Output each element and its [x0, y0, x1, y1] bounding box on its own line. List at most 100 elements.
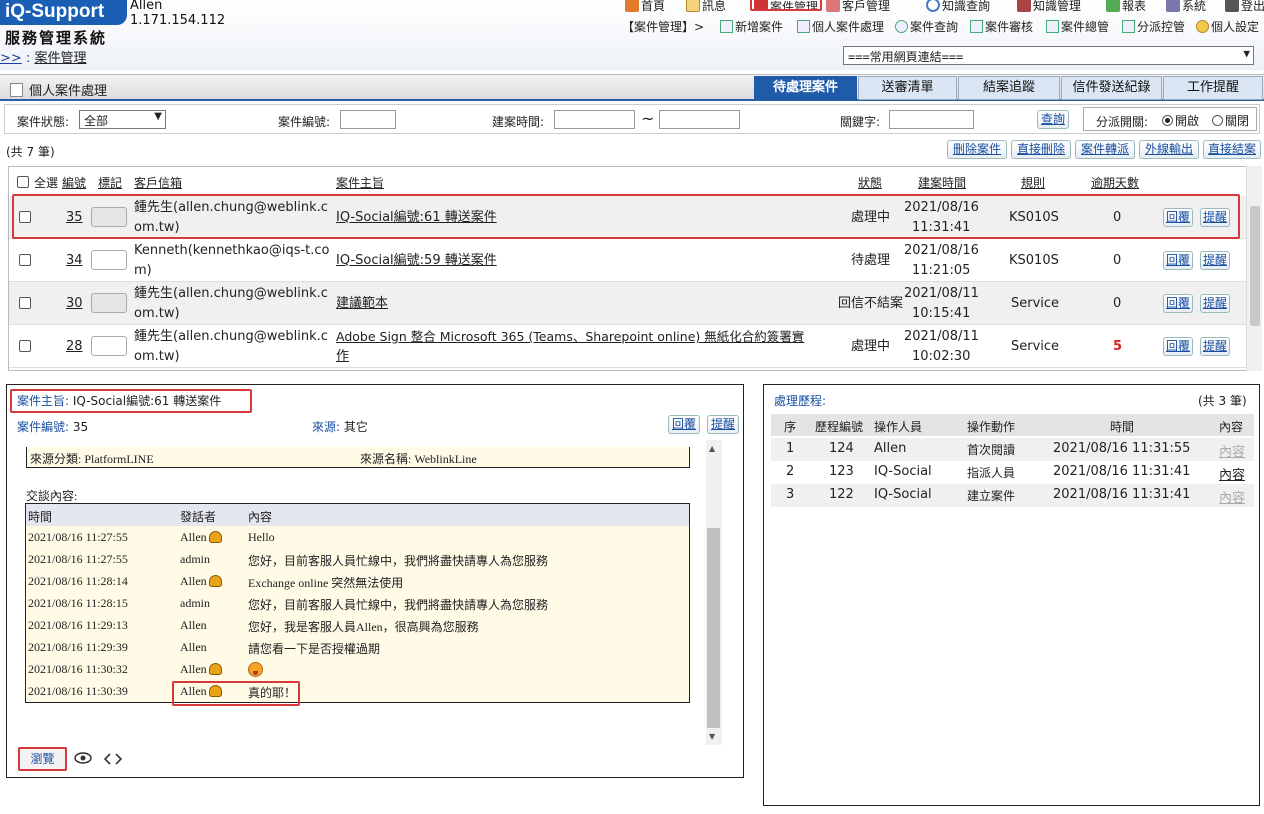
header-customer[interactable]: 客戶信箱 — [134, 174, 182, 191]
created-time: 11:31:41 — [912, 220, 971, 235]
tab-mail-log[interactable]: 信件發送紀錄 — [1061, 76, 1162, 100]
select-all-checkbox[interactable] — [17, 176, 29, 188]
breadcrumb-root-link[interactable]: >> — [0, 51, 22, 66]
remind-button[interactable]: 提醒 — [1200, 251, 1230, 270]
reply-button[interactable]: 回覆 — [1163, 208, 1193, 227]
row-checkbox[interactable] — [19, 254, 31, 266]
dispatch-close-radio[interactable]: 關閉 — [1208, 112, 1249, 129]
history-count: (共 3 筆) — [1198, 394, 1247, 408]
header-mark[interactable]: 標記 — [98, 174, 122, 191]
quick-links-select[interactable]: ===常用網頁連結=== ▼ — [843, 46, 1254, 65]
header-status[interactable]: 狀態 — [858, 174, 882, 191]
nav-knowledge-management[interactable]: 知識管理 — [1017, 0, 1081, 14]
eye-icon[interactable] — [74, 752, 92, 768]
row-checkbox[interactable] — [19, 340, 31, 352]
case-subject-link[interactable]: 建議範本 — [336, 293, 388, 314]
report-icon — [1106, 0, 1120, 12]
history-content-link[interactable]: 內容 — [1219, 441, 1245, 460]
reply-button[interactable]: 回覆 — [1163, 294, 1193, 313]
nav-report[interactable]: 報表 — [1106, 0, 1146, 14]
subnav-case-search[interactable]: 案件查詢 — [895, 18, 958, 35]
case-status: 待處理 — [851, 253, 891, 268]
dispatch-open-radio[interactable]: 開啟 — [1158, 112, 1199, 129]
tab-review-list[interactable]: 送審清單 — [858, 76, 957, 100]
breadcrumb-sep: : — [25, 51, 31, 66]
case-no-link[interactable]: 35 — [66, 207, 83, 228]
direct-delete-button[interactable]: 直接刪除 — [1011, 140, 1071, 159]
nav-home[interactable]: 首頁 — [625, 0, 665, 14]
table-row[interactable]: 30 鍾先生(allen.chung@weblink.c om.tw) 建議範本… — [9, 282, 1247, 325]
tab-pending-cases[interactable]: 待處理案件 — [754, 76, 857, 100]
reply-button[interactable]: 回覆 — [1163, 337, 1193, 356]
subnav-personal-case[interactable]: 個人案件處理 — [797, 18, 884, 35]
system-name: 服務管理系統 — [5, 29, 108, 47]
logo: iQ-Support — [0, 0, 127, 25]
table-row[interactable]: 35 鍾先生(allen.chung@weblink.c om.tw) IQ-S… — [9, 196, 1247, 239]
case-subject-link[interactable]: Adobe Sign 整合 Microsoft 365 (Teams、Share… — [336, 326, 804, 347]
source-name: 來源名稱: WeblinkLine — [360, 452, 477, 466]
delete-case-button[interactable]: 刪除案件 — [947, 140, 1007, 159]
subnav-case-overview[interactable]: 案件總管 — [1046, 18, 1109, 35]
nav-knowledge-search[interactable]: 知識查詢 — [926, 0, 990, 14]
header-no[interactable]: 編號 — [62, 174, 86, 191]
case-subject-link-cont[interactable]: 作 — [336, 346, 349, 367]
case-subject-link[interactable]: IQ-Social編號:61 轉送案件 — [336, 207, 497, 228]
nav-customer[interactable]: 客戶管理 — [826, 0, 890, 14]
remind-button[interactable]: 提醒 — [1200, 208, 1230, 227]
list-scrollbar[interactable] — [1246, 166, 1262, 371]
header-overdue[interactable]: 逾期天數 — [1091, 174, 1139, 191]
header-subject[interactable]: 案件主旨 — [336, 174, 384, 191]
tab-work-reminder[interactable]: 工作提醒 — [1163, 76, 1263, 100]
nav-messages[interactable]: 訊息 — [686, 0, 726, 14]
header-created[interactable]: 建案時間 — [918, 174, 966, 191]
chat-scrollbar[interactable]: ▲ ▼ — [706, 440, 722, 745]
status-select[interactable]: 全部 ▼ — [79, 110, 166, 129]
row-checkbox[interactable] — [19, 211, 31, 223]
remind-button[interactable]: 提醒 — [1200, 337, 1230, 356]
subnav-dispatch-control[interactable]: 分派控管 — [1122, 18, 1185, 35]
mark-field[interactable] — [91, 293, 127, 313]
mark-field[interactable] — [91, 250, 127, 270]
remind-button[interactable]: 提醒 — [1200, 294, 1230, 313]
transfer-case-button[interactable]: 案件轉派 — [1075, 140, 1135, 159]
case-subject-link[interactable]: IQ-Social編號:59 轉送案件 — [336, 250, 497, 271]
created-to-input[interactable] — [659, 110, 740, 129]
subnav-case-review[interactable]: 案件審核 — [970, 18, 1033, 35]
detail-reply-button[interactable]: 回覆 — [668, 415, 700, 434]
subnav-new-case[interactable]: 新增案件 — [720, 18, 783, 35]
history-content-link[interactable]: 內容 — [1219, 487, 1245, 506]
scrollbar-thumb[interactable] — [707, 528, 720, 728]
row-checkbox[interactable] — [19, 297, 31, 309]
detail-source: 來源: 其它 — [312, 420, 368, 434]
search-button[interactable]: 查詢 — [1037, 110, 1069, 129]
chat-highlight-box — [172, 681, 300, 706]
nav-system[interactable]: 系統 — [1166, 0, 1206, 14]
header-rule[interactable]: 規則 — [1021, 174, 1045, 191]
detail-remind-button[interactable]: 提醒 — [707, 415, 739, 434]
external-output-button[interactable]: 外線輸出 — [1139, 140, 1199, 159]
mark-field[interactable] — [91, 336, 127, 356]
created-from-input[interactable] — [554, 110, 635, 129]
case-no-input[interactable] — [340, 110, 396, 129]
nav-case-management[interactable]: 案件管理 — [750, 0, 823, 11]
table-row[interactable]: 34 Kenneth(kennethkao@iqs-t.co m) IQ-Soc… — [9, 239, 1247, 282]
mark-field[interactable] — [91, 207, 127, 227]
scrollbar-thumb[interactable] — [1250, 206, 1260, 326]
browse-button[interactable]: 瀏覽 — [18, 747, 67, 771]
scroll-up-icon[interactable]: ▲ — [709, 444, 715, 453]
scroll-down-icon[interactable]: ▼ — [709, 732, 715, 741]
direct-close-button[interactable]: 直接結案 — [1203, 140, 1261, 159]
subnav-personal-settings[interactable]: 個人設定 — [1196, 18, 1259, 35]
nav-logout[interactable]: 登出 — [1225, 0, 1264, 14]
tab-closure-tracking[interactable]: 結案追蹤 — [958, 76, 1060, 100]
breadcrumb-current-link[interactable]: 案件管理 — [34, 51, 86, 66]
case-no-link[interactable]: 28 — [66, 336, 83, 357]
history-content-link[interactable]: 內容 — [1219, 464, 1245, 483]
case-no-link[interactable]: 34 — [66, 250, 83, 271]
code-icon[interactable] — [103, 752, 123, 769]
keyword-input[interactable] — [889, 110, 974, 129]
source-info-box: 來源分類: PlatformLINE 來源名稱: WeblinkLine — [26, 447, 690, 468]
case-no-link[interactable]: 30 — [66, 293, 83, 314]
table-row[interactable]: 28 鍾先生(allen.chung@weblink.c om.tw) Adob… — [9, 325, 1247, 368]
reply-button[interactable]: 回覆 — [1163, 251, 1193, 270]
